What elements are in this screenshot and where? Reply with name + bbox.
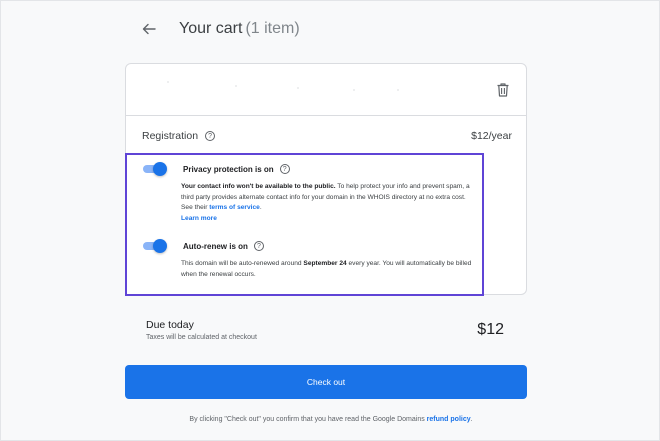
help-icon[interactable]: ? bbox=[279, 164, 290, 174]
footer-note: By clicking "Check out" you confirm that… bbox=[1, 416, 660, 423]
checkout-button[interactable]: Check out bbox=[125, 365, 527, 399]
privacy-body-end: . bbox=[259, 204, 262, 212]
privacy-title: Privacy protection is on bbox=[183, 164, 274, 174]
due-today-label: Due today bbox=[146, 319, 194, 331]
page-frame: Your cart (1 item) Registration ? $12/yea… bbox=[0, 0, 660, 441]
registration-row: Registration ? $12/year bbox=[142, 130, 512, 142]
trash-icon[interactable] bbox=[496, 82, 510, 98]
title-text: Your cart bbox=[179, 20, 243, 37]
footer-end: . bbox=[470, 416, 473, 423]
arrow-left-icon[interactable] bbox=[141, 21, 157, 37]
renewal-date: September 24 bbox=[303, 260, 347, 267]
autorenew-description: This domain will be auto-renewed around … bbox=[181, 259, 473, 280]
privacy-description: Your contact info won't be available to … bbox=[181, 182, 473, 224]
privacy-body-bold: Your contact info won't be available to … bbox=[181, 183, 336, 190]
taxes-note: Taxes will be calculated at checkout bbox=[146, 334, 257, 341]
domain-name-placeholder bbox=[167, 81, 399, 91]
autorenew-toggle[interactable] bbox=[143, 239, 167, 253]
privacy-option: Privacy protection is on ? Your contact … bbox=[143, 162, 473, 224]
autorenew-option: Auto-renew is on ? This domain will be a… bbox=[143, 239, 473, 280]
domain-row bbox=[126, 64, 526, 116]
registration-price: $12/year bbox=[471, 130, 512, 142]
registration-label: Registration bbox=[142, 130, 199, 142]
learn-more-link[interactable]: Learn more bbox=[181, 215, 217, 222]
help-icon[interactable]: ? bbox=[253, 241, 264, 251]
page-title: Your cart (1 item) bbox=[179, 20, 300, 38]
terms-of-service-link[interactable]: terms of service bbox=[209, 204, 260, 211]
footer-text: By clicking "Check out" you confirm that… bbox=[189, 416, 427, 423]
cart-header: Your cart (1 item) bbox=[141, 17, 300, 41]
autorenew-title: Auto-renew is on bbox=[183, 241, 248, 251]
autorenew-body-start: This domain will be auto-renewed around bbox=[181, 260, 304, 267]
options-highlight-box: Privacy protection is on ? Your contact … bbox=[125, 153, 484, 296]
privacy-toggle[interactable] bbox=[143, 162, 167, 176]
item-count: (1 item) bbox=[245, 20, 300, 37]
due-today-section: Due today Taxes will be calculated at ch… bbox=[146, 319, 257, 341]
total-price: $12 bbox=[477, 321, 504, 338]
refund-policy-link[interactable]: refund policy bbox=[427, 416, 471, 423]
help-icon[interactable]: ? bbox=[205, 131, 216, 141]
